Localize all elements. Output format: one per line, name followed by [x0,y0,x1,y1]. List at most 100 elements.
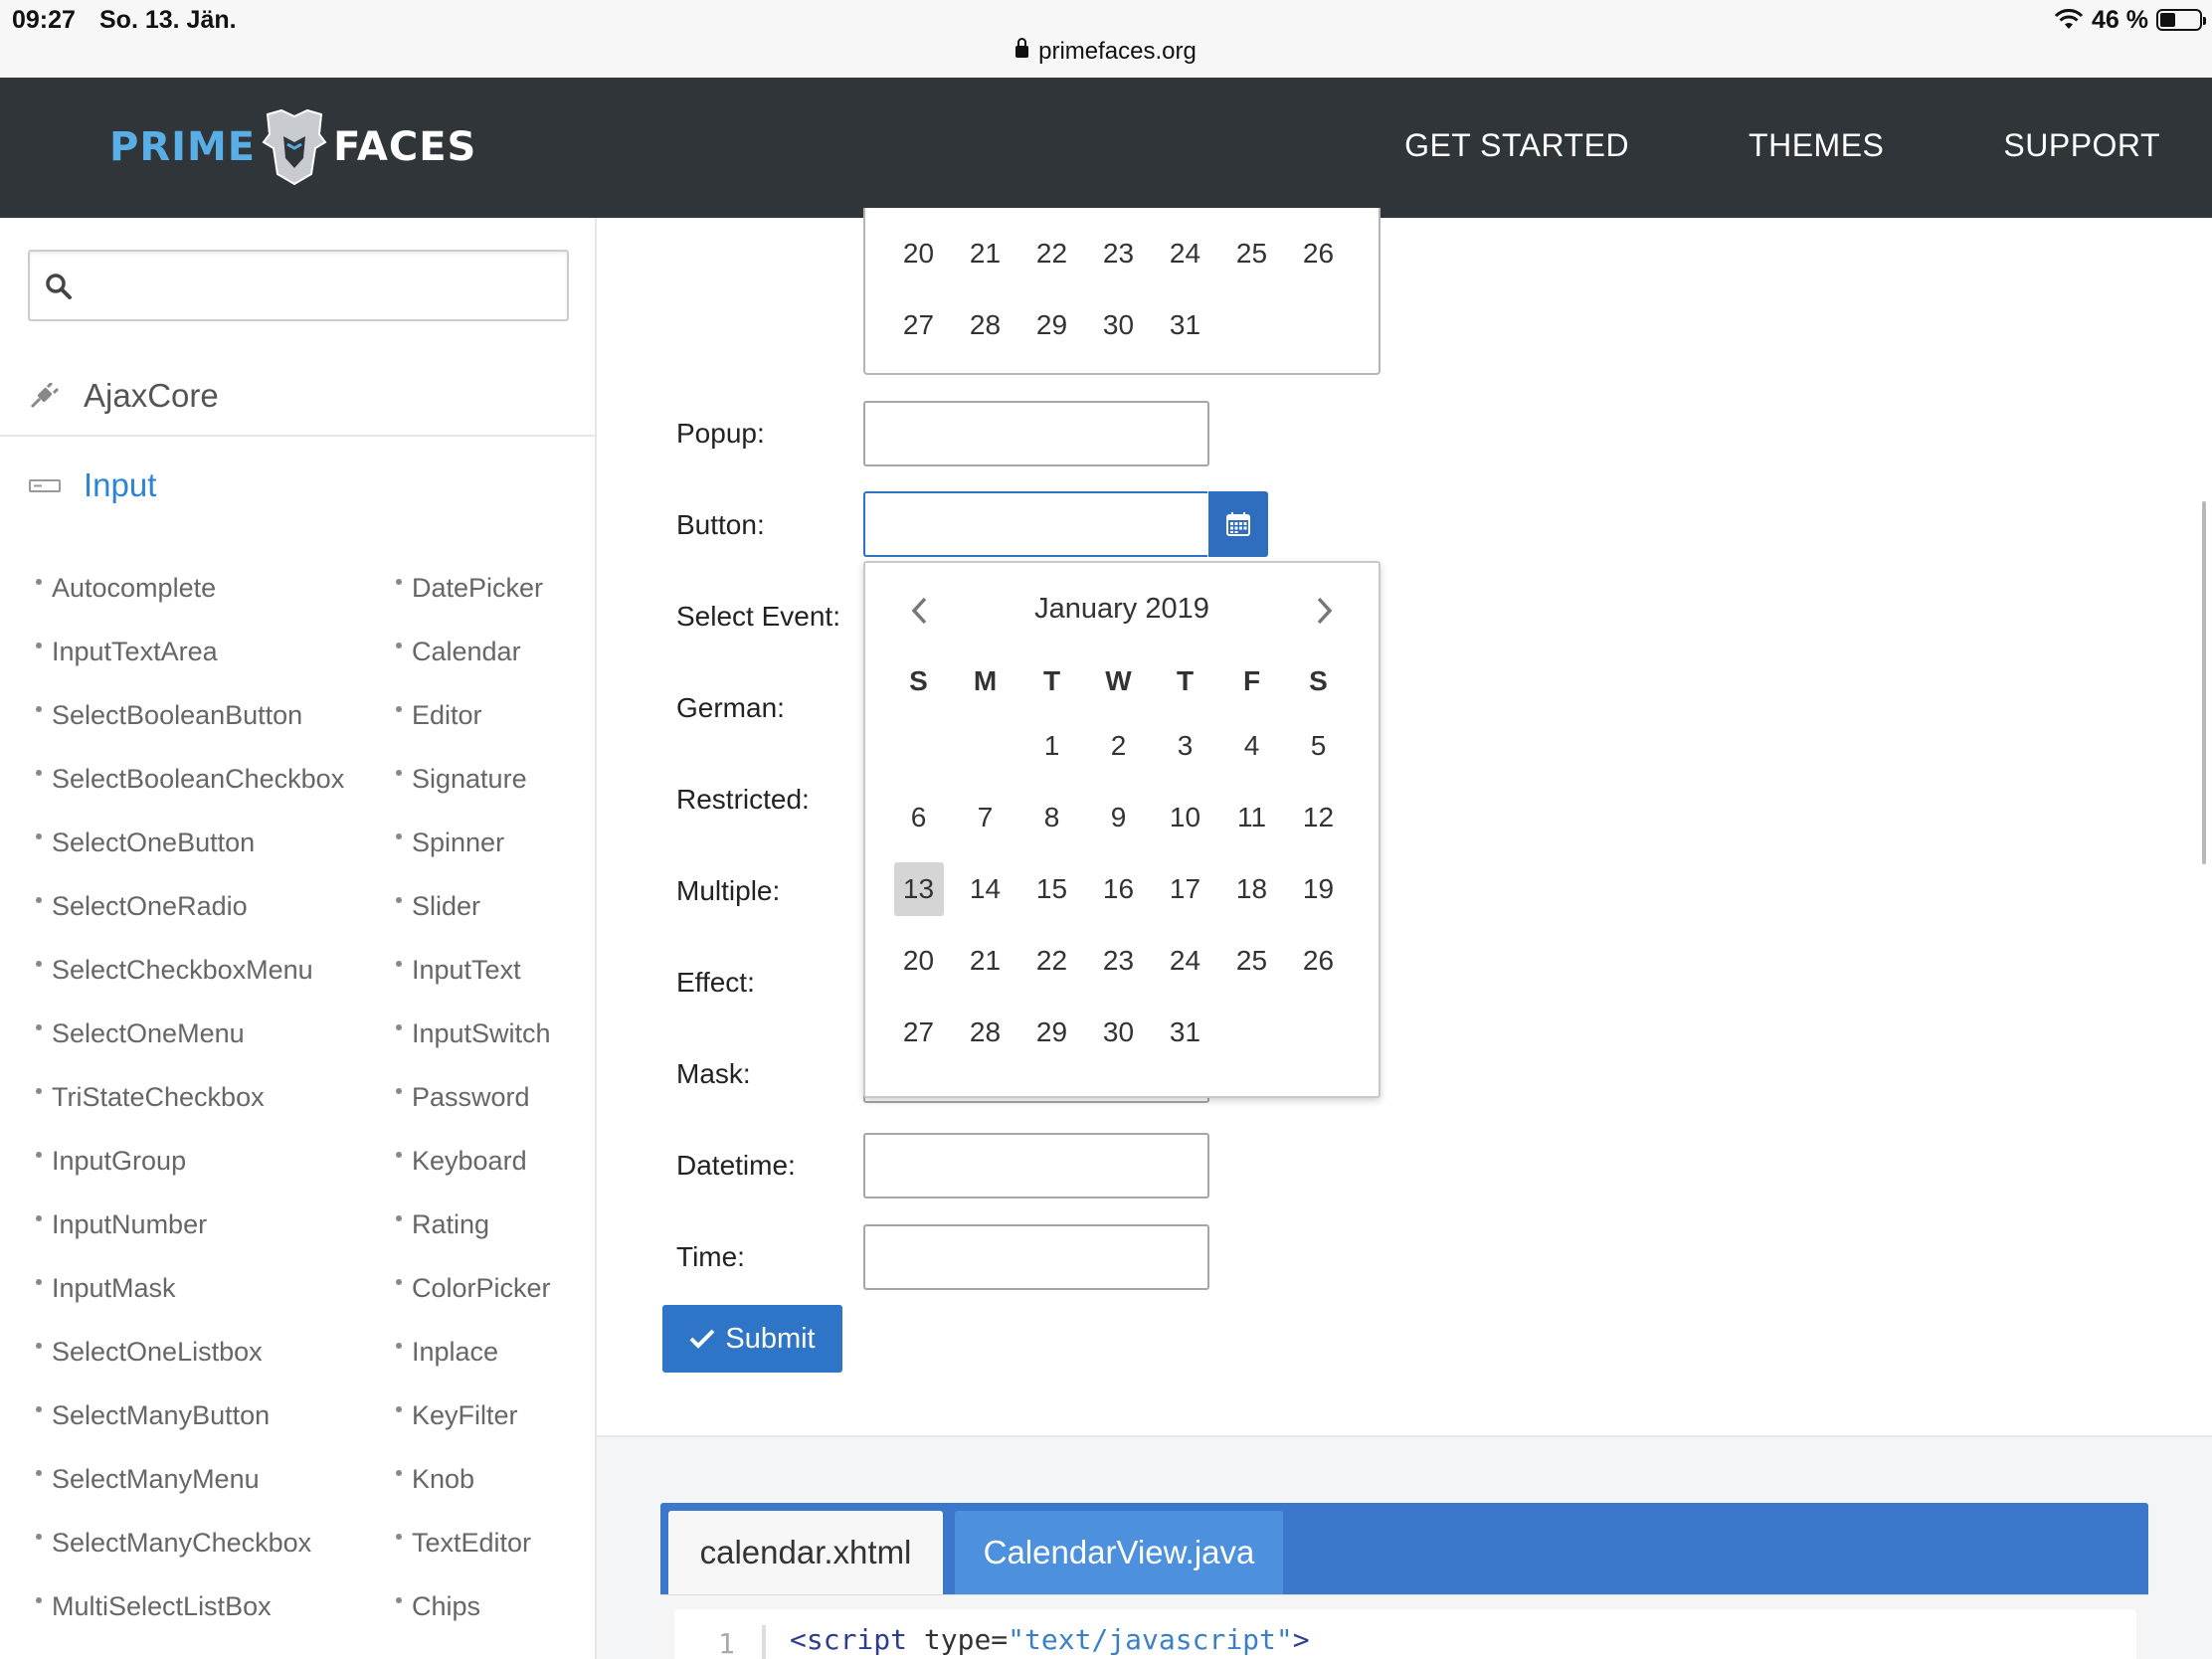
calendar-day[interactable]: 26 [1285,934,1352,988]
sidebar-item-inputmask[interactable]: InputMask [36,1256,344,1320]
page-scrollbar[interactable] [2202,501,2206,864]
sidebar-item-inputswitch[interactable]: InputSwitch [396,1002,551,1065]
sidebar-item-autocomplete[interactable]: Autocomplete [36,556,344,620]
button-date-input[interactable] [863,491,1207,557]
calendar-day[interactable]: 19 [1285,862,1352,916]
sidebar-item-selectonemenu[interactable]: SelectOneMenu [36,1002,344,1065]
calendar-day[interactable]: 21 [952,934,1018,988]
sidebar-item-selectonelistbox[interactable]: SelectOneListbox [36,1320,344,1383]
search-input[interactable] [28,250,569,321]
calendar-day[interactable]: 15 [1018,862,1085,916]
calendar-day[interactable]: 28 [952,298,1018,352]
calendar-day[interactable]: 27 [885,298,952,352]
calendar-day[interactable]: 4 [1218,719,1285,773]
sidebar-item-slider[interactable]: Slider [396,874,551,938]
calendar-day[interactable]: 3 [1152,719,1218,773]
datetime-input[interactable] [863,1133,1209,1198]
calendar-trigger-button[interactable] [1208,491,1268,557]
calendar-day[interactable]: 30 [1085,1006,1152,1059]
sidebar-item-multiselectlistbox[interactable]: MultiSelectListBox [36,1574,344,1638]
sidebar-item-calendar[interactable]: Calendar [396,620,551,683]
calendar-day[interactable]: 26 [1285,227,1352,280]
sidebar-item-colorpicker[interactable]: ColorPicker [396,1256,551,1320]
next-month-icon[interactable] [1309,593,1339,629]
calendar-day[interactable]: 16 [1085,862,1152,916]
sidebar-item-texteditor[interactable]: TextEditor [396,1511,551,1574]
calendar-day[interactable]: 11 [1218,791,1285,844]
sidebar-item-spinner[interactable]: Spinner [396,811,551,874]
calendar-day[interactable]: 23 [1085,934,1152,988]
sidebar-item-selectmanycheckbox[interactable]: SelectManyCheckbox [36,1511,344,1574]
popup-date-input[interactable] [863,401,1209,466]
sidebar-category-input[interactable]: Input [0,446,597,525]
calendar-day[interactable]: 14 [952,862,1018,916]
sidebar-item-datepicker[interactable]: DatePicker [396,556,551,620]
calendar-day[interactable]: 20 [885,934,952,988]
calendar-day-empty [952,719,1018,773]
sidebar-item-selectoneradio[interactable]: SelectOneRadio [36,874,344,938]
sidebar-item-inplace[interactable]: Inplace [396,1320,551,1383]
calendar-day[interactable]: 30 [1085,298,1152,352]
sidebar-item-selectmanymenu[interactable]: SelectManyMenu [36,1447,344,1511]
sidebar-item-keyboard[interactable]: Keyboard [396,1129,551,1193]
sidebar-item-rating[interactable]: Rating [396,1193,551,1256]
sidebar-item-chips[interactable]: Chips [396,1574,551,1638]
sidebar-item-selectmanybutton[interactable]: SelectManyButton [36,1383,344,1447]
calendar-day[interactable]: 1 [1018,719,1085,773]
sidebar-item-selectcheckboxmenu[interactable]: SelectCheckboxMenu [36,938,344,1002]
tab-calendarview-java[interactable]: CalendarView.java [955,1511,1283,1594]
sidebar-item-selectonebutton[interactable]: SelectOneButton [36,811,344,874]
calendar-day[interactable]: 6 [885,791,952,844]
calendar-day[interactable]: 21 [952,227,1018,280]
sidebar-item-knob[interactable]: Knob [396,1447,551,1511]
sidebar-item-selectbooleancheckbox[interactable]: SelectBooleanCheckbox [36,747,344,811]
sidebar-item-signature[interactable]: Signature [396,747,551,811]
primefaces-logo[interactable]: PRIME FACES [109,107,476,187]
sidebar-item-inputgroup[interactable]: InputGroup [36,1129,344,1193]
calendar-day[interactable]: 28 [952,1006,1018,1059]
calendar-day[interactable]: 17 [1152,862,1218,916]
sidebar-item-selectbooleanbutton[interactable]: SelectBooleanButton [36,683,344,747]
calendar-day[interactable]: 25 [1218,934,1285,988]
sidebar-item-inputtextarea[interactable]: InputTextArea [36,620,344,683]
sidebar-item-toggleswitch[interactable]: ToggleSwitch [36,1638,344,1659]
calendar-day[interactable]: 27 [885,1006,952,1059]
calendar-day[interactable]: 29 [1018,298,1085,352]
code-tag-close: > [1292,1623,1310,1656]
calendar-day[interactable]: 24 [1152,934,1218,988]
calendar-day[interactable]: 31 [1152,298,1218,352]
calendar-day[interactable]: 29 [1018,1006,1085,1059]
sidebar-category-ajaxcore[interactable]: AjaxCore [0,357,597,437]
sidebar-item-inputnumber[interactable]: InputNumber [36,1193,344,1256]
calendar-day[interactable]: 12 [1285,791,1352,844]
sidebar-item-password[interactable]: Password [396,1065,551,1129]
calendar-day[interactable]: 24 [1152,227,1218,280]
calendar-day[interactable]: 31 [1152,1006,1218,1059]
sidebar-item-keyfilter[interactable]: KeyFilter [396,1383,551,1447]
nav-themes[interactable]: THEMES [1749,127,1884,164]
calendar-day[interactable]: 22 [1018,934,1085,988]
check-icon [689,1329,715,1349]
calendar-day-today[interactable]: 13 [893,862,944,916]
sidebar-item-inputtext[interactable]: InputText [396,938,551,1002]
calendar-day[interactable]: 9 [1085,791,1152,844]
calendar-week-row: 27 28 29 30 31 [885,289,1353,361]
calendar-day[interactable]: 7 [952,791,1018,844]
calendar-day[interactable]: 20 [885,227,952,280]
calendar-day[interactable]: 23 [1085,227,1152,280]
submit-button[interactable]: Submit [662,1305,842,1373]
nav-support[interactable]: SUPPORT [2003,127,2160,164]
nav-get-started[interactable]: GET STARTED [1404,127,1629,164]
calendar-day[interactable]: 8 [1018,791,1085,844]
calendar-day[interactable]: 10 [1152,791,1218,844]
calendar-day[interactable]: 22 [1018,227,1085,280]
sidebar-item-tristatecheckbox[interactable]: TriStateCheckbox [36,1065,344,1129]
calendar-day[interactable]: 18 [1218,862,1285,916]
address-bar[interactable]: primefaces.org [0,38,2212,66]
time-input[interactable] [863,1224,1209,1290]
tab-calendar-xhtml[interactable]: calendar.xhtml [668,1511,943,1594]
calendar-day[interactable]: 5 [1285,719,1352,773]
calendar-day[interactable]: 2 [1085,719,1152,773]
calendar-day[interactable]: 25 [1218,227,1285,280]
sidebar-item-editor[interactable]: Editor [396,683,551,747]
